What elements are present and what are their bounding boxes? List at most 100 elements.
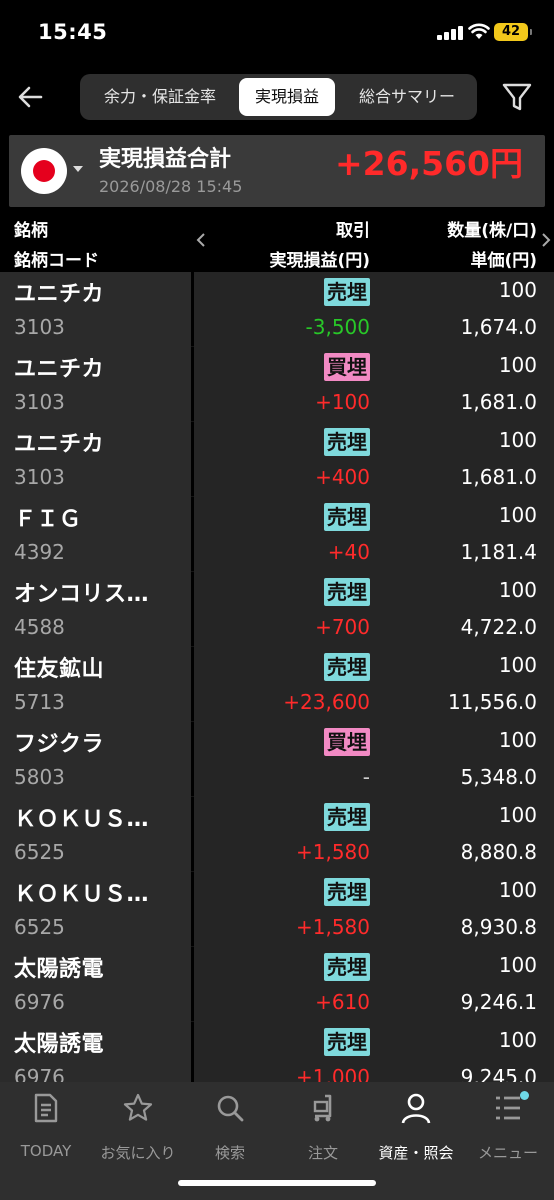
menu-icon: [496, 1096, 520, 1120]
realized-pl: +23,600: [283, 690, 370, 714]
trade-badge: 売埋: [324, 1028, 370, 1056]
table-row[interactable]: ＫＯＫＵＳ… 6525 売埋 +1,580 100 8,880.8: [0, 797, 554, 872]
unit-price: 11,556.0: [447, 690, 537, 714]
trade-badge: 売埋: [324, 803, 370, 831]
quantity: 100: [498, 578, 537, 602]
trade-badge: 買埋: [324, 728, 370, 756]
caret-down-icon[interactable]: [73, 166, 83, 172]
back-arrow-icon[interactable]: [14, 80, 48, 114]
tab-assets[interactable]: 資産・照会: [370, 1092, 462, 1162]
tab-favorites[interactable]: お気に入り: [92, 1092, 184, 1162]
tab-menu[interactable]: メニュー: [462, 1091, 554, 1162]
trade-badge: 売埋: [324, 653, 370, 681]
unit-price: 9,246.1: [460, 990, 537, 1014]
quantity: 100: [498, 953, 537, 977]
tab-label: お気に入り: [100, 1144, 176, 1162]
trade-badge: 売埋: [324, 428, 370, 456]
realized-pl: +100: [315, 390, 370, 414]
unit-price: 5,348.0: [460, 765, 537, 789]
trade-badge: 買埋: [324, 353, 370, 381]
stock-name: オンコリス…: [14, 582, 150, 607]
tab-label: メニュー: [477, 1144, 538, 1162]
tab-label: 資産・照会: [378, 1144, 454, 1162]
stock-name: 太陽誘電: [14, 1032, 105, 1057]
unit-price: 1,681.0: [460, 465, 537, 489]
quantity: 100: [498, 878, 537, 902]
realized-pl: +40: [327, 540, 370, 564]
status-time: 15:45: [38, 20, 108, 44]
trade-badge: 売埋: [324, 278, 370, 306]
tab-label: 注文: [307, 1144, 338, 1162]
person-icon: [401, 1093, 431, 1124]
tab-label: 検索: [214, 1144, 245, 1162]
battery-icon: 42: [494, 23, 532, 41]
stock-name: ユニチカ: [14, 282, 105, 307]
tab-summary[interactable]: 総合サマリー: [342, 78, 472, 116]
realized-pl: +1,580: [295, 840, 370, 864]
stock-code: 3103: [14, 315, 65, 339]
stock-code: 3103: [14, 390, 65, 414]
quantity: 100: [498, 653, 537, 677]
tab-realized-pl[interactable]: 実現損益: [239, 78, 335, 116]
segmented-tabs: 余力・保証金率 実現損益 総合サマリー: [80, 74, 477, 120]
stock-name: ＫＯＫＵＳ…: [14, 882, 150, 907]
stock-code: 5803: [14, 765, 65, 789]
tab-label: TODAY: [20, 1142, 72, 1160]
stock-code: 3103: [14, 465, 65, 489]
tab-search[interactable]: 検索: [184, 1092, 276, 1162]
filter-icon[interactable]: [501, 80, 533, 114]
realized-pl: +400: [315, 465, 370, 489]
table-row[interactable]: ユニチカ 3103 買埋 +100 100 1,681.0: [0, 347, 554, 422]
stock-code: 4588: [14, 615, 65, 639]
stock-code: 6976: [14, 1065, 65, 1082]
stock-code: 6525: [14, 840, 65, 864]
realized-pl-summary: 実現損益合計 2026/08/28 15:45 +26,560円: [9, 135, 545, 207]
status-bar: 15:45 42: [0, 0, 554, 64]
table-row[interactable]: フジクラ 5803 買埋 - 100 5,348.0: [0, 722, 554, 797]
summary-title: 実現損益合計: [99, 147, 232, 172]
header-trade: 取引: [336, 221, 370, 241]
table-row[interactable]: 住友鉱山 5713 売埋 +23,600 100 11,556.0: [0, 647, 554, 722]
japan-flag-icon[interactable]: [21, 148, 67, 194]
summary-total: +26,560円: [335, 144, 523, 183]
quantity: 100: [498, 353, 537, 377]
table-row[interactable]: 太陽誘電 6976 売埋 +1,000 100 9,245.0: [0, 1022, 554, 1082]
stock-name: 住友鉱山: [14, 657, 105, 682]
tab-order[interactable]: 注文: [277, 1092, 369, 1162]
realized-pl: -3,500: [305, 315, 370, 339]
quantity: 100: [498, 1028, 537, 1052]
realized-pl: +700: [315, 615, 370, 639]
table-row[interactable]: ＫＯＫＵＳ… 6525 売埋 +1,580 100 8,930.8: [0, 872, 554, 947]
header-code: 銘柄コード: [14, 251, 99, 271]
chevron-right-icon[interactable]: [541, 232, 551, 248]
unit-price: 9,245.0: [460, 1065, 537, 1082]
table-header: 銘柄 銘柄コード 取引 実現損益(円) 数量(株/口) 単価(円): [0, 208, 554, 272]
top-nav: 余力・保証金率 実現損益 総合サマリー: [0, 70, 554, 126]
table-row[interactable]: ＦＩＧ 4392 売埋 +40 100 1,181.4: [0, 497, 554, 572]
stock-name: ＫＯＫＵＳ…: [14, 807, 150, 832]
realized-pl: -: [362, 765, 370, 789]
unit-price: 1,181.4: [460, 540, 537, 564]
stock-name: フジクラ: [14, 732, 105, 757]
tab-today[interactable]: TODAY: [0, 1092, 92, 1162]
trade-badge: 売埋: [324, 953, 370, 981]
trade-badge: 売埋: [324, 503, 370, 531]
header-price: 単価(円): [470, 251, 537, 271]
tab-margin-ratio[interactable]: 余力・保証金率: [84, 78, 236, 116]
stock-code: 4392: [14, 540, 65, 564]
wifi-icon: [468, 23, 490, 39]
trade-badge: 売埋: [324, 578, 370, 606]
quantity: 100: [498, 278, 537, 302]
table-row[interactable]: オンコリス… 4588 売埋 +700 100 4,722.0: [0, 572, 554, 647]
table-row[interactable]: ユニチカ 3103 売埋 -3,500 100 1,674.0: [0, 272, 554, 347]
unit-price: 1,681.0: [460, 390, 537, 414]
stock-name: 太陽誘電: [14, 957, 105, 982]
chevron-left-icon[interactable]: [196, 232, 206, 248]
table-row[interactable]: 太陽誘電 6976 売埋 +610 100 9,246.1: [0, 947, 554, 1022]
table-row[interactable]: ユニチカ 3103 売埋 +400 100 1,681.0: [0, 422, 554, 497]
quantity: 100: [498, 803, 537, 827]
search-icon: [217, 1095, 244, 1122]
document-icon: [34, 1093, 58, 1123]
realized-pl-list[interactable]: ユニチカ 3103 売埋 -3,500 100 1,674.0 ユニチカ 310…: [0, 272, 554, 1082]
quantity: 100: [498, 728, 537, 752]
